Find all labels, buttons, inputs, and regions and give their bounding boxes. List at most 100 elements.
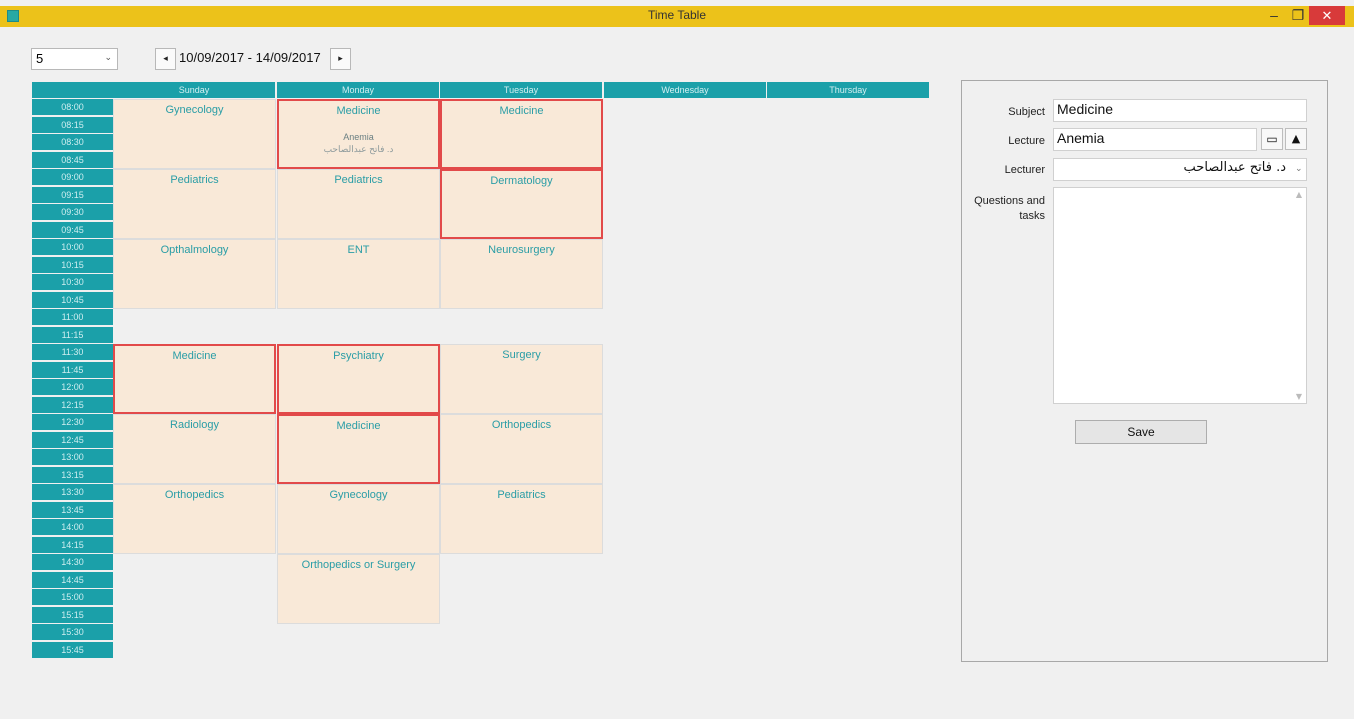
time-slot-label: 09:15 (32, 187, 113, 204)
session-cell[interactable]: Medicine (440, 99, 603, 169)
time-slot-label: 15:30 (32, 624, 113, 641)
next-week-button[interactable]: ▸ (330, 48, 351, 70)
session-subject: Medicine (172, 350, 217, 362)
save-button[interactable]: Save (1075, 420, 1207, 444)
session-subject: Pediatrics (170, 174, 219, 186)
session-subject: Opthalmology (160, 244, 229, 256)
time-slot-label: 10:45 (32, 292, 113, 309)
session-subject: Gynecology (329, 489, 388, 501)
close-button[interactable]: ✕ (1309, 6, 1345, 25)
session-subject: Pediatrics (334, 174, 383, 186)
time-slot-label: 09:00 (32, 169, 113, 186)
session-cell[interactable]: Surgery (440, 344, 603, 414)
time-slot-label: 10:15 (32, 257, 113, 274)
chevron-down-icon: ⌄ (1295, 164, 1303, 174)
arrow-right-icon: ▸ (338, 54, 343, 64)
maximize-button[interactable]: ❐ (1286, 6, 1310, 25)
time-slot-label: 12:45 (32, 432, 113, 449)
session-cell[interactable]: Psychiatry (277, 344, 440, 414)
session-subject: Neurosurgery (488, 244, 555, 256)
time-slot-label: 09:45 (32, 222, 113, 239)
time-slot-label: 10:30 (32, 274, 113, 291)
time-slot-label: 14:15 (32, 537, 113, 554)
scroll-up-icon[interactable]: ▲ (1296, 190, 1302, 199)
session-lecture: Anemia (343, 132, 374, 142)
lecture-field[interactable]: Anemia (1053, 128, 1257, 151)
session-subject: Radiology (170, 419, 219, 431)
time-slot-label: 11:00 (32, 309, 113, 326)
session-subject: Medicine (336, 420, 381, 432)
session-subject: Psychiatry (333, 350, 384, 362)
time-slot-label: 09:30 (32, 204, 113, 221)
session-cell[interactable]: Orthopedics or Surgery (277, 554, 440, 624)
session-cell[interactable]: Radiology (113, 414, 276, 484)
lecturer-select[interactable]: د. فاتح عبدالصاحب ⌄ (1053, 158, 1307, 181)
session-subject: ENT (347, 244, 370, 256)
arrow-left-icon: ◂ (163, 54, 168, 64)
day-header-thursday: Thursday (767, 82, 929, 98)
session-cell[interactable]: Medicine Anemia د. فاتح عبدالصاحب (277, 99, 440, 169)
session-subject: Medicine (336, 105, 381, 117)
time-slot-label: 13:15 (32, 467, 113, 484)
time-slot-label: 13:45 (32, 502, 113, 519)
session-cell[interactable]: Opthalmology (113, 239, 276, 309)
open-book-button[interactable]: ▭ (1261, 128, 1283, 150)
title-bar[interactable]: Time Table – ❐ ✕ (0, 6, 1354, 27)
session-cell[interactable]: Pediatrics (440, 484, 603, 554)
subject-label: Subject (1008, 106, 1045, 118)
time-slot-label: 15:15 (32, 607, 113, 624)
time-slot-label: 10:00 (32, 239, 113, 256)
time-slot-label: 12:30 (32, 414, 113, 431)
time-slot-label: 15:00 (32, 589, 113, 606)
chevron-down-icon: ⌄ (104, 52, 112, 62)
book-icon: ▭ (1266, 132, 1278, 146)
scroll-down-icon[interactable]: ▼ (1296, 392, 1302, 401)
arrow-up-icon: ▲ (1291, 132, 1301, 145)
session-cell[interactable]: Gynecology (113, 99, 276, 169)
minimize-button[interactable]: – (1262, 6, 1286, 25)
session-subject: Gynecology (165, 104, 224, 116)
session-cell[interactable]: Neurosurgery (440, 239, 603, 309)
lecture-label: Lecture (1008, 135, 1045, 147)
time-slot-label: 08:45 (32, 152, 113, 169)
date-range-label: 10/09/2017 - 14/09/2017 (179, 50, 321, 65)
session-detail-panel: Subject Medicine Lecture Anemia ▭ ▲ Lect… (961, 80, 1328, 662)
session-cell[interactable]: Orthopedics (440, 414, 603, 484)
time-slot-label: 08:00 (32, 99, 113, 116)
time-slot-label: 11:15 (32, 327, 113, 344)
day-header-monday: Monday (277, 82, 439, 98)
session-cell[interactable]: Medicine (277, 414, 440, 484)
lecturer-select-value: د. فاتح عبدالصاحب (1183, 160, 1286, 175)
time-slot-label: 14:30 (32, 554, 113, 571)
session-subject: Pediatrics (497, 489, 546, 501)
questions-textarea[interactable]: ▲ ▼ (1053, 187, 1307, 404)
session-cell[interactable]: Gynecology (277, 484, 440, 554)
time-slot-label: 08:15 (32, 117, 113, 134)
session-subject: Medicine (499, 105, 544, 117)
time-slot-label: 15:45 (32, 642, 113, 659)
time-slot-label: 12:15 (32, 397, 113, 414)
session-subject: Dermatology (490, 175, 553, 187)
window-title: Time Table (647, 8, 707, 22)
session-cell[interactable]: Dermatology (440, 169, 603, 239)
session-cell[interactable]: Medicine (113, 344, 276, 414)
session-lecturer: د. فاتح عبدالصاحب (323, 144, 394, 154)
time-slot-label: 13:00 (32, 449, 113, 466)
lecturer-label: Lecturer (1004, 164, 1045, 176)
prev-week-button[interactable]: ◂ (155, 48, 176, 70)
week-select-value: 5 (36, 51, 44, 66)
day-header-wednesday: Wednesday (604, 82, 766, 98)
time-slot-label: 08:30 (32, 134, 113, 151)
week-select[interactable]: 5 ⌄ (31, 48, 118, 70)
time-slot-label: 14:45 (32, 572, 113, 589)
session-cell[interactable]: Orthopedics (113, 484, 276, 554)
session-cell[interactable]: Pediatrics (113, 169, 276, 239)
subject-field[interactable]: Medicine (1053, 99, 1307, 122)
session-cell[interactable]: Pediatrics (277, 169, 440, 239)
day-header-tuesday: Tuesday (440, 82, 602, 98)
session-subject: Orthopedics or Surgery (301, 559, 416, 571)
session-subject: Surgery (502, 349, 541, 361)
session-cell[interactable]: ENT (277, 239, 440, 309)
move-up-button[interactable]: ▲ (1285, 128, 1307, 150)
session-subject: Orthopedics (491, 419, 552, 431)
